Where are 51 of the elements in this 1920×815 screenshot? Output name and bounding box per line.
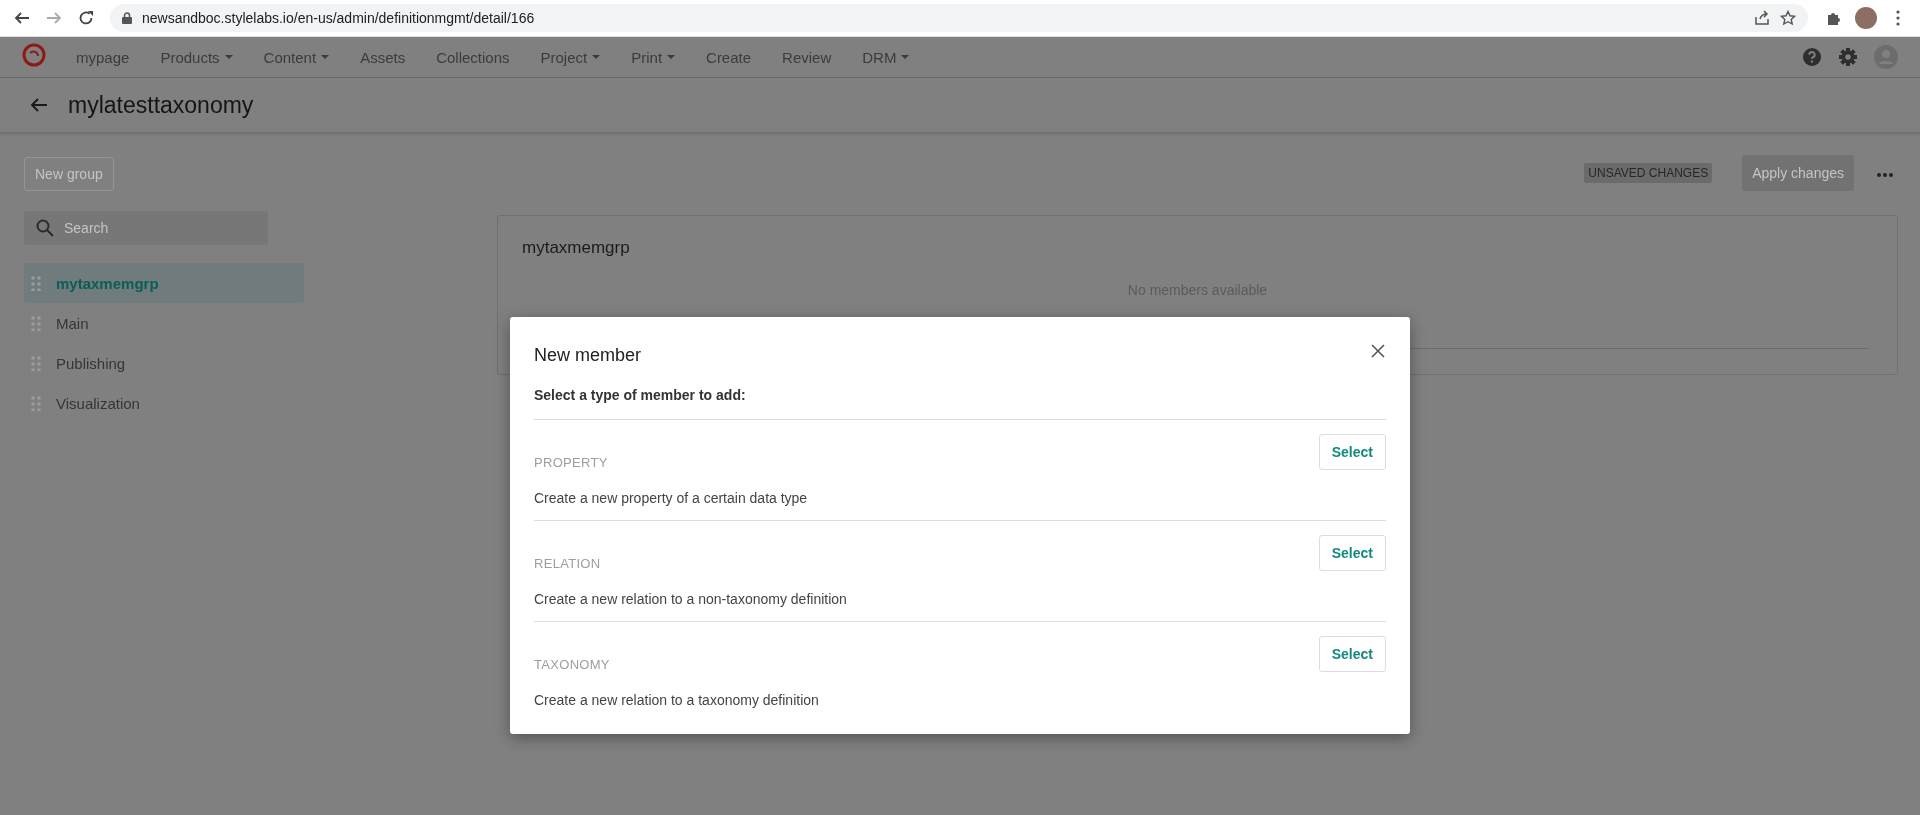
drag-handle-icon	[30, 275, 42, 291]
more-icon[interactable]	[1876, 172, 1894, 178]
select-button[interactable]: Select	[1318, 636, 1386, 672]
back-icon[interactable]	[14, 10, 30, 26]
member-type-description: Create a new property of a certain data type	[534, 490, 809, 506]
help-icon[interactable]	[1802, 47, 1822, 67]
search-icon	[36, 219, 54, 237]
apply-changes-button[interactable]: Apply changes	[1742, 155, 1854, 191]
lock-icon	[122, 12, 132, 24]
member-type-description: Create a new relation to a non-taxonomy definition	[534, 591, 848, 607]
group-list-item[interactable]: mytaxmemgrp	[24, 263, 304, 303]
profile-avatar[interactable]	[1855, 7, 1877, 29]
dialog-title: New member	[534, 345, 642, 366]
group-title: mytaxmemgrp	[522, 238, 631, 258]
reload-icon[interactable]	[78, 10, 94, 26]
dialog-subtitle: Select a type of member to add:	[534, 387, 1386, 420]
member-type-description: Create a new relation to a taxonomy definition	[534, 692, 820, 708]
member-type-label: TAXONOMY	[534, 657, 611, 672]
address-bar[interactable]: newsandboc.stylelabs.io/en-us/admin/definitionmgmt/detail/166	[110, 4, 1808, 32]
search-field[interactable]: Search	[24, 211, 268, 245]
group-list-item[interactable]: Visualization	[24, 383, 304, 423]
page-title: mylatesttaxonomy	[68, 91, 254, 119]
back-arrow-icon[interactable]	[30, 97, 48, 113]
select-button[interactable]: Select	[1318, 434, 1386, 470]
new-group-button[interactable]: New group	[24, 157, 114, 191]
status-badge: UNSAVED CHANGES	[1584, 163, 1713, 183]
drag-handle-icon	[30, 355, 42, 371]
settings-icon[interactable]	[1838, 47, 1858, 67]
nav-link[interactable]: Products	[160, 48, 233, 66]
star-icon[interactable]	[1780, 10, 1796, 26]
nav-link[interactable]: DRM	[862, 48, 910, 66]
drag-handle-icon	[30, 395, 42, 411]
nav-link[interactable]: Content	[263, 48, 330, 66]
nav-link[interactable]: Assets	[360, 48, 406, 66]
group-list-item[interactable]: Publishing	[24, 343, 304, 383]
member-type-label: RELATION	[534, 556, 602, 571]
nav-link[interactable]: Project	[540, 48, 601, 66]
nav-link[interactable]: Collections	[436, 48, 510, 66]
nav-link[interactable]: Print	[631, 48, 676, 66]
close-icon[interactable]	[1370, 343, 1386, 359]
puzzle-icon[interactable]	[1826, 10, 1842, 26]
nav-link[interactable]: Review	[782, 48, 832, 66]
url-text: newsandboc.stylelabs.io/en-us/admin/definitionmgmt/detail/166	[142, 10, 535, 26]
drag-handle-icon	[30, 315, 42, 331]
nav-link[interactable]: Create	[706, 48, 752, 66]
group-list-item[interactable]: Main	[24, 303, 304, 343]
nav-link[interactable]: mypage	[76, 48, 130, 66]
kebab-menu-icon[interactable]	[1896, 10, 1900, 26]
share-icon[interactable]	[1754, 10, 1770, 26]
select-button[interactable]: Select	[1318, 535, 1386, 571]
member-type-label: PROPERTY	[534, 455, 609, 470]
